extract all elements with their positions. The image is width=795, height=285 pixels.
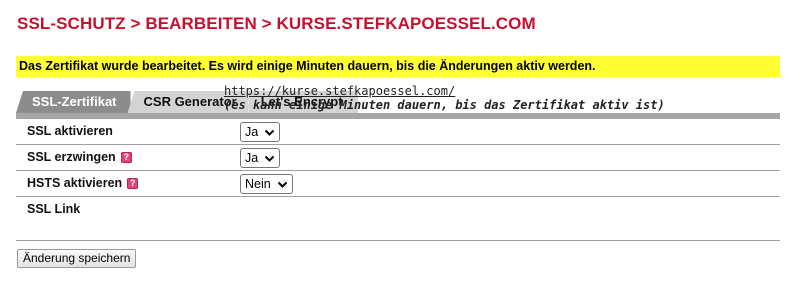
page-title: SSL-SCHUTZ > BEARBEITEN > KURSE.STEFKAPO… — [17, 14, 536, 33]
settings-table: SSL aktivieren Ja SSL erzwingen ? Ja HST… — [16, 119, 780, 241]
chevron-down-icon — [277, 181, 287, 188]
ssl-force-label-text: SSL erzwingen — [27, 150, 116, 164]
ssl-activate-value: Ja — [245, 125, 259, 139]
chevron-down-icon — [264, 129, 275, 136]
ssl-link-label-text: SSL Link — [27, 202, 81, 216]
hsts-activate-value: Nein — [245, 177, 271, 191]
settings-row-ssl-force: SSL erzwingen ? Ja — [16, 145, 780, 171]
settings-row-ssl-link: SSL Link — [16, 197, 780, 241]
ssl-activate-label-text: SSL aktivieren — [27, 124, 113, 138]
ssl-link-label: SSL Link — [27, 202, 80, 216]
help-icon[interactable]: ? — [127, 177, 139, 189]
hsts-activate-select[interactable]: Nein — [240, 174, 293, 194]
help-icon[interactable]: ? — [120, 151, 132, 163]
settings-row-hsts-activate: HSTS aktivieren ? Nein — [16, 171, 780, 197]
ssl-link-note: (es kann einige Minuten dauern, bis das … — [224, 98, 665, 112]
success-notice: Das Zertifikat wurde bearbeitet. Es wird… — [16, 56, 780, 77]
ssl-force-value: Ja — [245, 151, 259, 165]
chevron-down-icon — [264, 155, 275, 162]
ssl-force-label: SSL erzwingen ? — [27, 150, 132, 164]
ssl-activate-label: SSL aktivieren — [27, 124, 113, 138]
hsts-activate-label-text: HSTS aktivieren — [27, 176, 123, 190]
ssl-activate-select[interactable]: Ja — [240, 122, 281, 142]
ssl-link-url[interactable]: https://kurse.stefkapoessel.com/ — [224, 84, 455, 98]
settings-row-ssl-activate: SSL aktivieren Ja — [16, 119, 780, 145]
tab-ssl-certificate[interactable]: SSL-Zertifikat — [16, 91, 131, 113]
hsts-activate-label: HSTS aktivieren ? — [27, 176, 139, 190]
save-changes-button[interactable]: Änderung speichern — [17, 249, 137, 268]
ssl-force-select[interactable]: Ja — [240, 148, 281, 168]
